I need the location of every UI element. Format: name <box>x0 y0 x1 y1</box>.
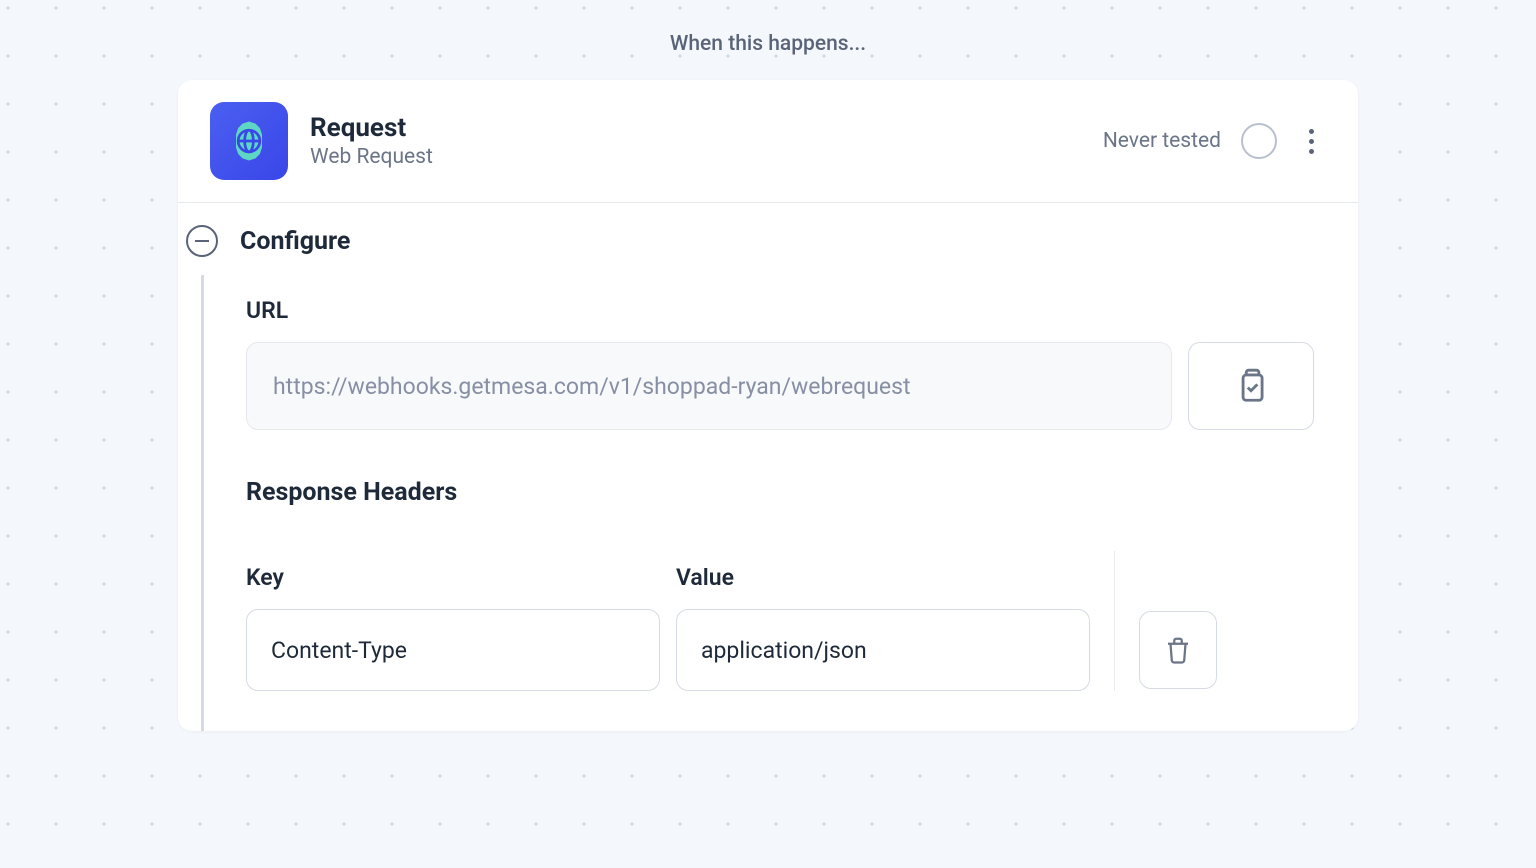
header-value-column: Value <box>676 564 1090 691</box>
collapse-button[interactable] <box>186 225 218 257</box>
header-key-column: Key <box>246 564 660 691</box>
divider <box>1114 551 1115 691</box>
configure-section-header: Configure <box>186 225 1314 257</box>
web-request-icon <box>210 102 288 180</box>
title-block: Request Web Request <box>310 113 1103 169</box>
header-value-input[interactable] <box>676 609 1090 691</box>
copy-url-button[interactable] <box>1188 342 1314 430</box>
headers-row: Key Value <box>246 551 1314 691</box>
status-text: Never tested <box>1103 129 1221 153</box>
url-display: https://webhooks.getmesa.com/v1/shoppad-… <box>246 342 1172 430</box>
url-label: URL <box>246 297 1314 324</box>
value-label: Value <box>676 564 1090 591</box>
timeline-line <box>201 275 204 731</box>
card-header: Request Web Request Never tested <box>178 80 1358 203</box>
card-title: Request <box>310 113 1103 143</box>
header-key-input[interactable] <box>246 609 660 691</box>
more-menu-button[interactable] <box>1297 121 1326 162</box>
configure-title: Configure <box>240 227 350 256</box>
status-area: Never tested <box>1103 121 1326 162</box>
delete-header-button[interactable] <box>1139 611 1217 689</box>
url-row: https://webhooks.getmesa.com/v1/shoppad-… <box>246 342 1314 430</box>
minus-icon <box>195 240 209 243</box>
response-headers-title: Response Headers <box>246 478 1314 507</box>
trigger-section-label: When this happens... <box>0 0 1536 80</box>
configure-content: URL https://webhooks.getmesa.com/v1/shop… <box>246 297 1314 691</box>
request-card: Request Web Request Never tested Configu… <box>178 80 1358 731</box>
card-body: Configure URL https://webhooks.getmesa.c… <box>178 203 1358 731</box>
trash-icon <box>1163 635 1193 665</box>
card-subtitle: Web Request <box>310 145 1103 169</box>
status-indicator-icon[interactable] <box>1241 123 1277 159</box>
clipboard-icon <box>1232 367 1270 405</box>
key-label: Key <box>246 564 660 591</box>
